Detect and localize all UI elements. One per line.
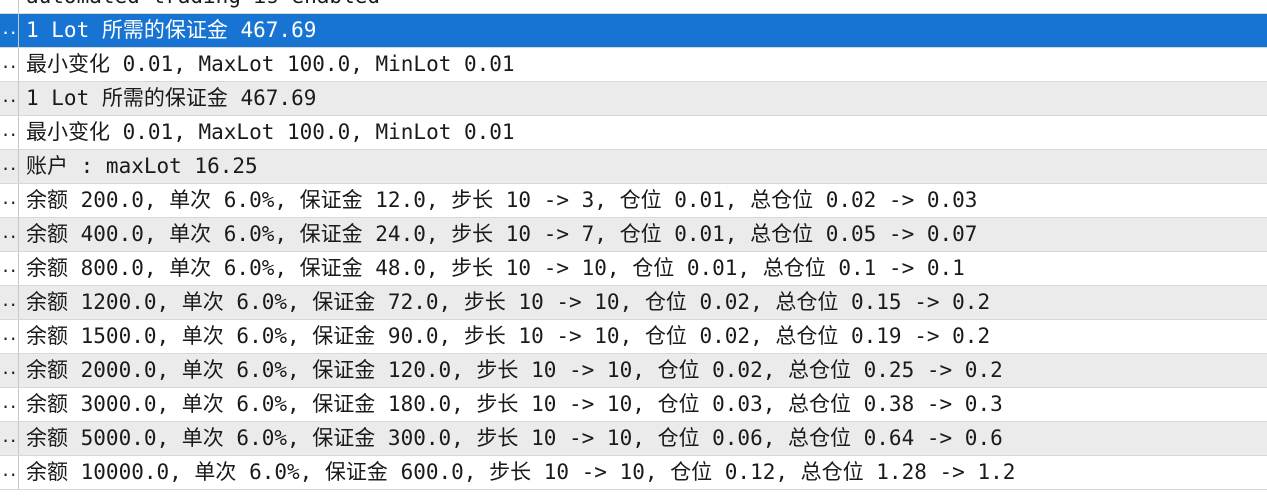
log-row[interactable]: .. 账户 : maxLot 16.25 <box>0 150 1267 184</box>
log-row-time-truncated: .. <box>0 461 18 480</box>
log-row-time-truncated: .. <box>0 155 18 174</box>
log-row-time-cell: .. <box>0 252 19 285</box>
log-row-time-cell: .. <box>0 354 19 387</box>
log-row-time-truncated: .. <box>1 0 18 5</box>
log-row-time-truncated: .. <box>0 19 18 38</box>
log-row-time-cell: .. <box>0 116 19 149</box>
log-row-time-cell: .. <box>0 320 19 353</box>
log-row[interactable]: .. 余额 5000.0, 单次 6.0%, 保证金 300.0, 步长 10 -… <box>0 422 1267 456</box>
log-row-time-truncated: .. <box>0 427 18 446</box>
log-row[interactable]: .. 余额 10000.0, 单次 6.0%, 保证金 600.0, 步长 10 … <box>0 456 1267 490</box>
log-row-time-cell: .. <box>0 150 19 183</box>
log-row-message: 1 Lot 所需的保证金 467.69 <box>26 18 317 42</box>
log-row-time-truncated: .. <box>0 121 18 140</box>
journal-log-list[interactable]: .. automated trading is enabled.. 1 Lot 所需… <box>0 0 1267 498</box>
log-row[interactable]: .. 最小变化 0.01, MaxLot 100.0, MinLot 0.01 <box>0 48 1267 82</box>
log-row-time-cell: .. <box>0 286 19 319</box>
log-row[interactable]: .. 余额 2000.0, 单次 6.0%, 保证金 120.0, 步长 10 -… <box>0 354 1267 388</box>
log-row-time-truncated: .. <box>0 189 18 208</box>
log-row[interactable]: .. 余额 3000.0, 单次 6.0%, 保证金 180.0, 步长 10 -… <box>0 388 1267 422</box>
log-row-time-cell: .. <box>0 184 19 217</box>
log-row-time-truncated: .. <box>0 87 18 106</box>
log-row-message: 余额 5000.0, 单次 6.0%, 保证金 300.0, 步长 10 -> … <box>26 426 1003 450</box>
log-row-time-cell: .. <box>0 82 19 115</box>
log-row-message: automated trading is enabled <box>26 0 1261 14</box>
log-row-message: 最小变化 0.01, MaxLot 100.0, MinLot 0.01 <box>26 120 515 144</box>
log-row-message: 最小变化 0.01, MaxLot 100.0, MinLot 0.01 <box>26 52 515 76</box>
log-row[interactable]: .. 最小变化 0.01, MaxLot 100.0, MinLot 0.01 <box>0 116 1267 150</box>
log-row-time-cell: .. <box>0 14 19 47</box>
log-row-time-cell: .. <box>0 422 19 455</box>
log-row-time-truncated: .. <box>0 257 18 276</box>
log-row-message: 余额 10000.0, 单次 6.0%, 保证金 600.0, 步长 10 ->… <box>26 460 1016 484</box>
log-row[interactable]: .. 余额 1200.0, 单次 6.0%, 保证金 72.0, 步长 10 ->… <box>0 286 1267 320</box>
log-row-message: 余额 1200.0, 单次 6.0%, 保证金 72.0, 步长 10 -> 1… <box>26 290 991 314</box>
log-row[interactable]: .. 余额 200.0, 单次 6.0%, 保证金 12.0, 步长 10 -> … <box>0 184 1267 218</box>
log-row-time-cell: .. <box>0 456 19 489</box>
log-row-time-truncated: .. <box>0 223 18 242</box>
log-row[interactable]: .. 余额 400.0, 单次 6.0%, 保证金 24.0, 步长 10 -> … <box>0 218 1267 252</box>
log-row-time-cell: .. <box>0 48 19 81</box>
log-row-message: 余额 1500.0, 单次 6.0%, 保证金 90.0, 步长 10 -> 1… <box>26 324 991 348</box>
log-row-time-truncated: .. <box>0 291 18 310</box>
log-row-message: 余额 800.0, 单次 6.0%, 保证金 48.0, 步长 10 -> 10… <box>26 256 965 280</box>
log-row-time-cell: .. <box>0 218 19 251</box>
log-row[interactable]: .. 1 Lot 所需的保证金 467.69 <box>0 82 1267 116</box>
log-row-time-cell: .. <box>0 388 19 421</box>
log-row-time-truncated: .. <box>0 359 18 378</box>
log-row[interactable]: .. 余额 1500.0, 单次 6.0%, 保证金 90.0, 步长 10 ->… <box>0 320 1267 354</box>
log-row[interactable]: .. automated trading is enabled <box>0 0 1267 14</box>
log-row-time-cell: .. <box>0 0 19 13</box>
log-row-message: 余额 2000.0, 单次 6.0%, 保证金 120.0, 步长 10 -> … <box>26 358 1003 382</box>
log-row[interactable]: .. 余额 800.0, 单次 6.0%, 保证金 48.0, 步长 10 -> … <box>0 252 1267 286</box>
log-row-time-truncated: .. <box>0 325 18 344</box>
log-row-message: 1 Lot 所需的保证金 467.69 <box>26 86 317 110</box>
log-row-message: 余额 3000.0, 单次 6.0%, 保证金 180.0, 步长 10 -> … <box>26 392 1003 416</box>
log-row-message: 余额 400.0, 单次 6.0%, 保证金 24.0, 步长 10 -> 7,… <box>26 222 978 246</box>
log-row-selected[interactable]: .. 1 Lot 所需的保证金 467.69 <box>0 14 1267 48</box>
log-row-message: 余额 200.0, 单次 6.0%, 保证金 12.0, 步长 10 -> 3,… <box>26 188 978 212</box>
log-row-message: 账户 : maxLot 16.25 <box>26 154 258 178</box>
log-row-time-truncated: .. <box>0 393 18 412</box>
log-row-time-truncated: .. <box>0 53 18 72</box>
